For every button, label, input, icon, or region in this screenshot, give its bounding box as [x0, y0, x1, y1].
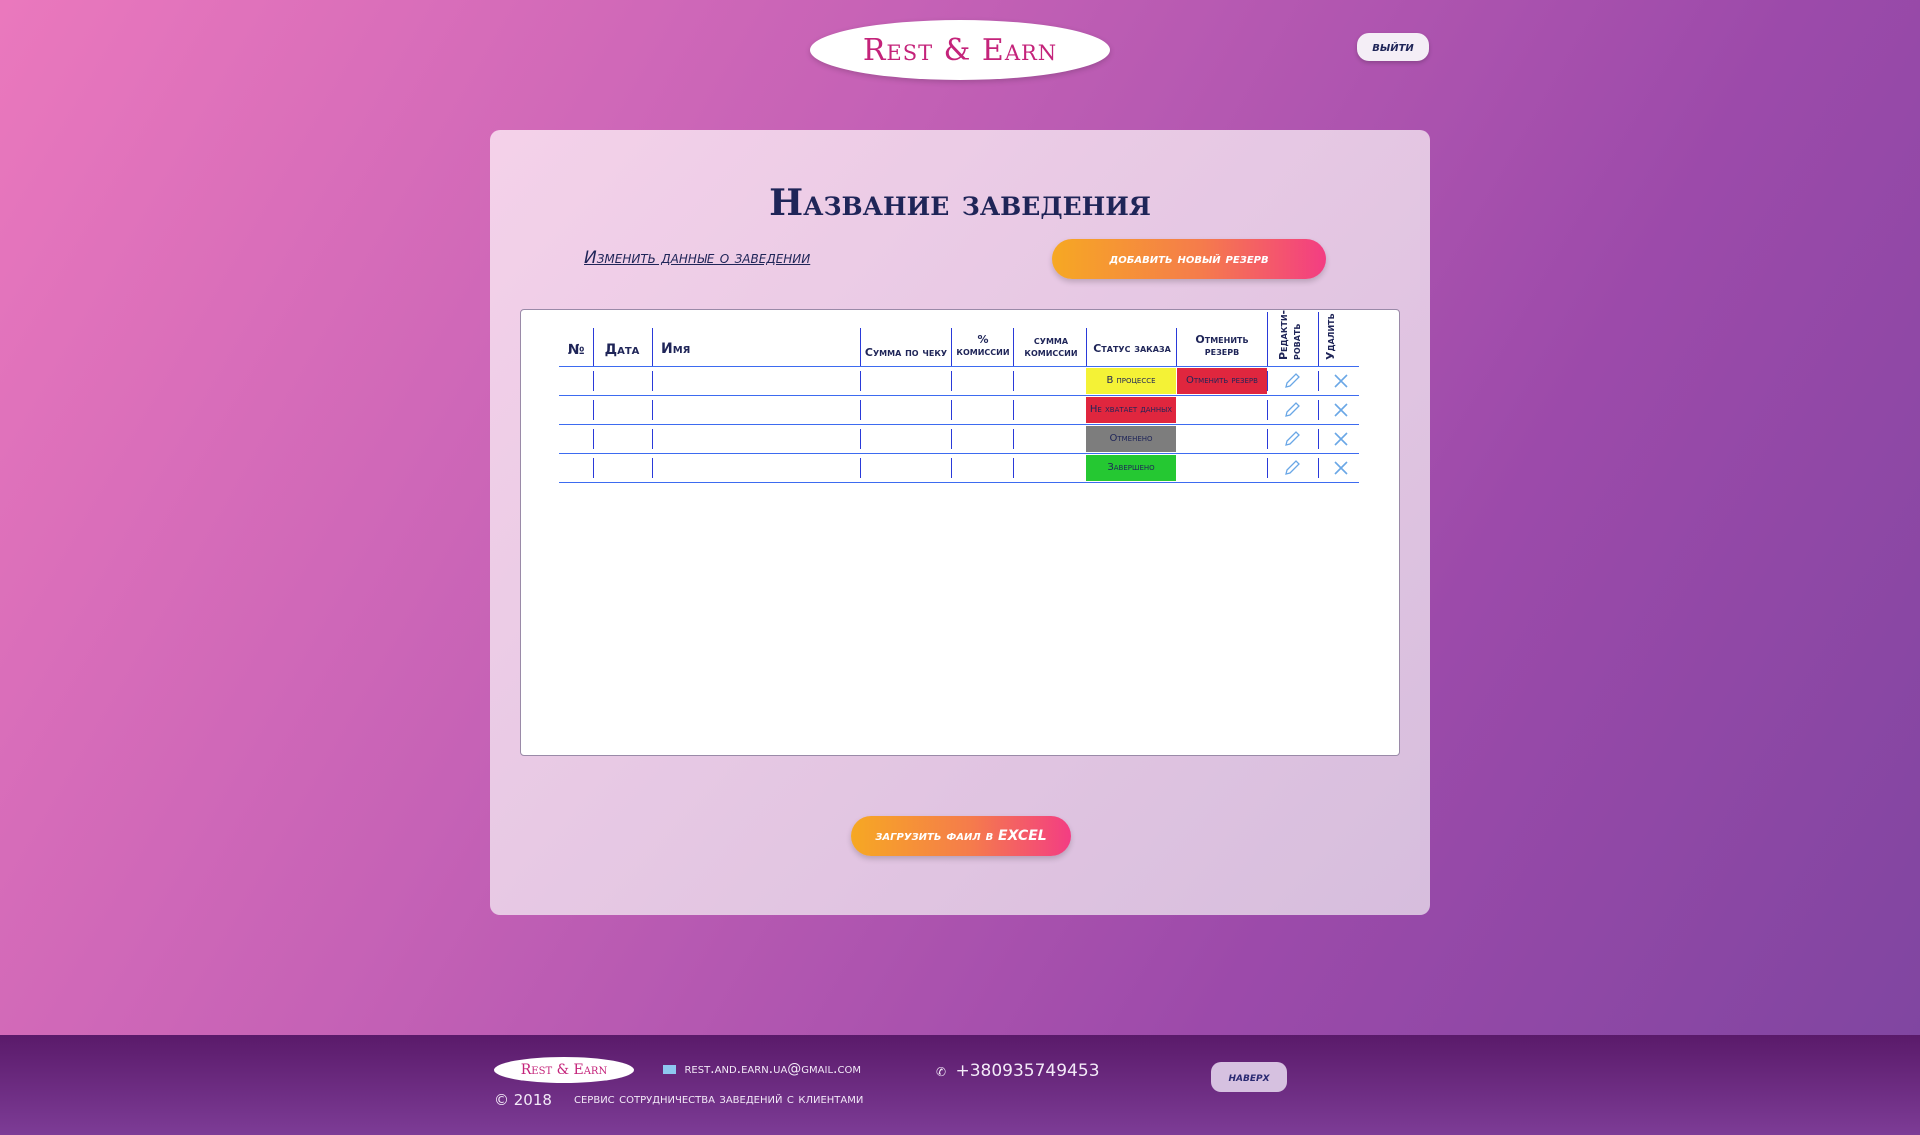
header-num: № — [567, 342, 585, 358]
grid-line — [1013, 371, 1014, 391]
footer-phone[interactable]: ✆ +380935749453 — [936, 1061, 1100, 1081]
status-badge[interactable]: Завершено — [1086, 455, 1176, 481]
footer: Rest & Earn rest.and.earn.ua@gmail.com ✆… — [0, 1035, 1920, 1135]
header-status: Статус заказа — [1093, 342, 1171, 355]
delete-icon[interactable] — [1329, 398, 1353, 422]
grid-line — [860, 429, 861, 449]
grid-line — [559, 482, 1359, 483]
copyright: © 2018 — [494, 1091, 552, 1109]
header-commission-sum-line2: комиссии — [1024, 346, 1078, 359]
table-row: Завершено — [521, 454, 1401, 482]
grid-line — [593, 371, 594, 391]
footer-phone-text: +380935749453 — [955, 1061, 1100, 1081]
pencil-icon[interactable] — [1280, 456, 1304, 480]
header-cancel-line2: резерв — [1204, 345, 1240, 358]
header-edit: Редакти-ровать — [1277, 309, 1303, 360]
logout-button[interactable]: выйти — [1357, 33, 1429, 61]
grid-line — [1267, 458, 1268, 478]
grid-line — [860, 458, 861, 478]
grid-line — [593, 400, 594, 420]
mail-icon — [663, 1064, 676, 1074]
grid-line — [1267, 429, 1268, 449]
grid-line — [1267, 371, 1268, 391]
footer-tagline: сервис сотрудничества заведений с клиент… — [574, 1091, 864, 1107]
grid-line — [951, 328, 952, 366]
pencil-icon[interactable] — [1280, 369, 1304, 393]
footer-email-text: rest.and.earn.ua@gmail.com — [684, 1061, 861, 1077]
grid-line — [1267, 400, 1268, 420]
logo-text: Rest & Earn — [862, 32, 1058, 68]
grid-line — [593, 328, 594, 366]
edit-venue-link[interactable]: Изменить данные о заведении — [584, 248, 810, 268]
grid-line — [951, 429, 952, 449]
cancel-reservation-button[interactable]: Отменить резерв — [1177, 368, 1267, 394]
grid-line — [1318, 312, 1319, 366]
pencil-icon[interactable] — [1280, 427, 1304, 451]
logo[interactable]: Rest & Earn — [810, 20, 1110, 80]
grid-line — [860, 371, 861, 391]
page-title: Название заведения — [769, 182, 1151, 224]
grid-line — [1318, 400, 1319, 420]
grid-line — [593, 458, 594, 478]
scroll-top-button[interactable]: наверх — [1211, 1062, 1287, 1092]
grid-line — [1013, 400, 1014, 420]
grid-line — [951, 458, 952, 478]
header-delete: Удалить — [1324, 313, 1337, 360]
grid-line — [652, 371, 653, 391]
grid-line — [593, 429, 594, 449]
status-badge[interactable]: Отменено — [1086, 426, 1176, 452]
delete-icon[interactable] — [1329, 369, 1353, 393]
grid-line — [1013, 429, 1014, 449]
grid-line — [652, 328, 653, 366]
grid-line — [1086, 328, 1087, 366]
grid-line — [1318, 458, 1319, 478]
header-date: Дата — [604, 342, 640, 358]
reservations-table: № Дата Имя Сумма по чеку % комиссии сумм… — [520, 309, 1400, 756]
grid-line — [1267, 312, 1268, 366]
status-badge[interactable]: Не хватает данных — [1086, 397, 1176, 423]
grid-line — [1176, 328, 1177, 366]
grid-line — [652, 400, 653, 420]
delete-icon[interactable] — [1329, 456, 1353, 480]
header-cancel: Отменить резерв — [1177, 334, 1267, 358]
header-commission-pct-line2: комиссии — [956, 345, 1010, 358]
header-commission-sum: сумма комиссии — [1015, 335, 1087, 359]
grid-line — [652, 429, 653, 449]
grid-line — [1318, 371, 1319, 391]
grid-line — [1013, 458, 1014, 478]
footer-email[interactable]: rest.and.earn.ua@gmail.com — [663, 1061, 861, 1077]
grid-line — [652, 458, 653, 478]
grid-line — [1318, 429, 1319, 449]
status-badge[interactable]: В процессе — [1086, 368, 1176, 394]
export-excel-button[interactable]: загрузить фаил в EXCEL — [851, 816, 1071, 856]
header-name: Имя — [661, 341, 691, 357]
footer-logo-text: Rest & Earn — [520, 1062, 608, 1078]
grid-line — [1013, 328, 1014, 366]
grid-line — [951, 371, 952, 391]
grid-line — [860, 400, 861, 420]
main-card: Название заведения Изменить данные о зав… — [490, 130, 1430, 915]
table-row: Отменено — [521, 425, 1401, 453]
grid-line — [860, 328, 861, 366]
header-commission-pct: % комиссии — [953, 334, 1013, 358]
pencil-icon[interactable] — [1280, 398, 1304, 422]
phone-icon: ✆ — [936, 1065, 947, 1079]
table-row: В процессе Отменить резерв — [521, 367, 1401, 395]
add-reservation-button[interactable]: добавить новый резерв — [1052, 239, 1326, 279]
footer-logo[interactable]: Rest & Earn — [494, 1057, 634, 1083]
table-row: Не хватает данных — [521, 396, 1401, 424]
delete-icon[interactable] — [1329, 427, 1353, 451]
header-check-sum: Сумма по чеку — [864, 346, 948, 359]
grid-line — [951, 400, 952, 420]
